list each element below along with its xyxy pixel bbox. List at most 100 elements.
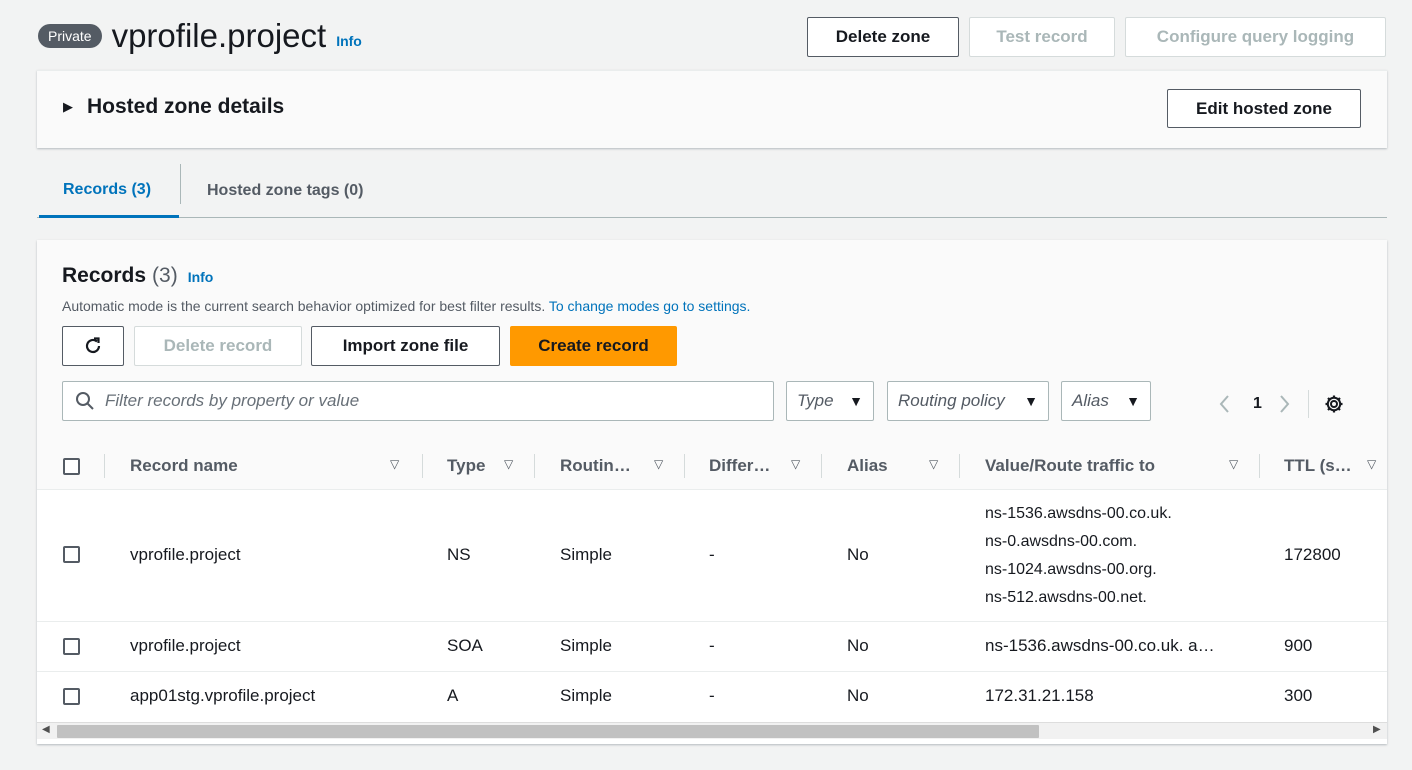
value-line: ns-512.awsdns-00.net.: [985, 589, 1147, 606]
row-checkbox[interactable]: [63, 546, 80, 563]
scroll-left-icon[interactable]: ◀: [42, 724, 50, 735]
tab-bar: Records (3) Hosted zone tags (0): [37, 164, 1387, 218]
value-cell: ns-1536.awsdns-00.co.uk. ns-0.awsdns-00.…: [985, 500, 1172, 612]
tab-divider: [180, 164, 181, 204]
records-panel: Records (3) Info Automatic mode is the c…: [37, 240, 1387, 744]
column-header-type[interactable]: Type: [447, 456, 485, 476]
ttl-cell: 300: [1284, 686, 1313, 705]
records-info-link[interactable]: Info: [188, 269, 214, 285]
routing-policy-cell: Simple: [560, 636, 612, 655]
select-all-checkbox[interactable]: [63, 458, 80, 475]
record-name-cell: vprofile.project: [130, 636, 241, 655]
chevron-left-icon[interactable]: [1217, 393, 1233, 415]
current-page[interactable]: 1: [1253, 395, 1262, 413]
search-mode-description: Automatic mode is the current search beh…: [62, 298, 750, 314]
gear-icon[interactable]: [1323, 393, 1345, 415]
column-divider[interactable]: [821, 454, 822, 478]
type-select-label: Type: [797, 391, 834, 410]
column-divider[interactable]: [1259, 454, 1260, 478]
filter-placeholder: Filter records by property or value: [105, 391, 360, 410]
caret-down-icon: ▼: [1024, 393, 1038, 409]
record-name-cell: vprofile.project: [130, 545, 241, 564]
differentiator-cell: -: [709, 545, 715, 564]
alias-cell: No: [847, 686, 869, 705]
routing-policy-select[interactable]: Routing policy ▼: [887, 381, 1049, 421]
records-count: (3): [152, 264, 178, 287]
delete-zone-button[interactable]: Delete zone: [807, 17, 959, 57]
value-line: ns-1024.awsdns-00.org.: [985, 561, 1157, 578]
column-divider[interactable]: [684, 454, 685, 478]
tab-records[interactable]: Records (3): [39, 164, 179, 218]
type-filter-select[interactable]: Type ▼: [786, 381, 874, 421]
change-modes-link[interactable]: To change modes go to settings.: [549, 298, 751, 314]
routing-policy-cell: Simple: [560, 545, 612, 564]
column-divider[interactable]: [534, 454, 535, 478]
table-header: Record name ▽ Type ▽ Routin… ▽ Differ… ▽…: [37, 442, 1387, 490]
delete-record-button[interactable]: Delete record: [134, 326, 302, 366]
record-type-cell: NS: [447, 545, 471, 564]
edit-hosted-zone-button[interactable]: Edit hosted zone: [1167, 89, 1361, 128]
table-row[interactable]: app01stg.vprofile.project A Simple - No …: [37, 672, 1387, 722]
column-divider: [104, 454, 105, 478]
ttl-cell: 900: [1284, 636, 1313, 655]
records-panel-header: Records (3) Info Automatic mode is the c…: [37, 240, 1387, 442]
records-title: Records (3) Info: [62, 264, 213, 288]
sort-icon[interactable]: ▽: [791, 457, 800, 471]
record-type-cell: SOA: [447, 636, 483, 655]
tab-hosted-zone-tags[interactable]: Hosted zone tags (0): [207, 164, 363, 218]
test-record-button[interactable]: Test record: [969, 17, 1115, 57]
record-type-cell: A: [447, 686, 459, 705]
routing-policy-cell: Simple: [560, 686, 612, 705]
routing-select-label: Routing policy: [898, 391, 1005, 410]
horizontal-scrollbar[interactable]: ◀ ▶: [37, 722, 1387, 739]
sort-icon[interactable]: ▽: [390, 457, 399, 471]
column-divider[interactable]: [422, 454, 423, 478]
refresh-icon: [85, 337, 101, 354]
value-cell: ns-1536.awsdns-00.co.uk. a…: [985, 636, 1215, 655]
sort-icon[interactable]: ▽: [654, 457, 663, 471]
private-badge: Private: [38, 24, 102, 48]
column-header-alias[interactable]: Alias: [847, 456, 888, 476]
sort-icon[interactable]: ▽: [1367, 457, 1376, 471]
column-header-differentiator[interactable]: Differ…: [709, 456, 770, 476]
sort-icon[interactable]: ▽: [504, 457, 513, 471]
caret-right-icon: ▶: [63, 99, 73, 114]
refresh-button[interactable]: [62, 326, 124, 366]
scroll-right-icon[interactable]: ▶: [1373, 724, 1381, 735]
records-heading: Records: [62, 264, 147, 287]
info-link[interactable]: Info: [336, 33, 362, 49]
table-row[interactable]: vprofile.project NS Simple - No ns-1536.…: [37, 490, 1387, 622]
caret-down-icon: ▼: [1126, 393, 1140, 409]
value-line: ns-1536.awsdns-00.co.uk.: [985, 505, 1172, 522]
column-header-routing[interactable]: Routin…: [560, 456, 631, 476]
pager-divider: [1307, 390, 1309, 418]
column-divider[interactable]: [959, 454, 960, 478]
alias-select-label: Alias: [1072, 391, 1109, 410]
value-line: ns-0.awsdns-00.com.: [985, 533, 1138, 550]
sort-icon[interactable]: ▽: [1229, 457, 1238, 471]
alias-filter-select[interactable]: Alias ▼: [1061, 381, 1151, 421]
differentiator-cell: -: [709, 686, 715, 705]
column-header-record-name[interactable]: Record name: [130, 456, 238, 476]
column-header-ttl[interactable]: TTL (s…: [1284, 456, 1352, 476]
filter-records-input[interactable]: Filter records by property or value: [62, 381, 774, 421]
alias-cell: No: [847, 545, 869, 564]
row-checkbox[interactable]: [63, 688, 80, 705]
caret-down-icon: ▼: [849, 393, 863, 409]
pagination: 1: [1217, 390, 1345, 418]
record-name-cell: app01stg.vprofile.project: [130, 686, 316, 705]
chevron-right-icon[interactable]: [1276, 393, 1292, 415]
row-checkbox[interactable]: [63, 638, 80, 655]
create-record-button[interactable]: Create record: [510, 326, 677, 366]
configure-query-logging-button[interactable]: Configure query logging: [1125, 17, 1386, 57]
hosted-zone-details-toggle[interactable]: ▶ Hosted zone details: [63, 95, 284, 119]
value-cell: 172.31.21.158: [985, 686, 1094, 705]
table-row[interactable]: vprofile.project SOA Simple - No ns-1536…: [37, 622, 1387, 672]
ttl-cell: 172800: [1284, 545, 1341, 564]
search-icon: [76, 392, 94, 410]
sort-icon[interactable]: ▽: [929, 457, 938, 471]
scrollbar-thumb[interactable]: [57, 725, 1039, 738]
column-header-value[interactable]: Value/Route traffic to: [985, 456, 1155, 476]
alias-cell: No: [847, 636, 869, 655]
import-zone-file-button[interactable]: Import zone file: [311, 326, 500, 366]
